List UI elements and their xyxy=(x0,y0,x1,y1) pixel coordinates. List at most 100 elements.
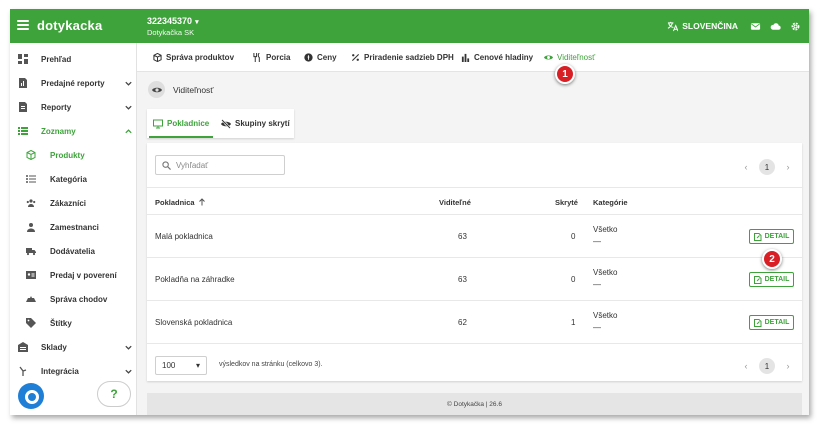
detail-button[interactable]: DETAIL xyxy=(749,272,794,287)
language-label: SLOVENČINA xyxy=(682,21,738,31)
cell-hidden: 0 xyxy=(571,232,576,241)
sidebar-item-zoznamy[interactable]: Zoznamy xyxy=(10,121,137,141)
cell-visible: 63 xyxy=(458,232,467,241)
account-id: 322345370 xyxy=(147,16,193,26)
results-summary: výsledkov na stránku (celkovo 3). xyxy=(219,361,323,368)
sidebar-item-predaj-v-povereni[interactable]: Predaj v poverení xyxy=(10,265,137,285)
price-icon xyxy=(304,53,313,62)
document-icon xyxy=(19,102,27,112)
sidebar-item-sprava-chodov[interactable]: Správa chodov xyxy=(10,289,137,309)
cash-registers-card: ‹ 1 › Pokladnica Viditeľné Skryté Kategó… xyxy=(147,143,802,381)
cell-hidden: 1 xyxy=(571,318,576,327)
menu-icon[interactable] xyxy=(17,20,29,31)
bar-chart-icon xyxy=(461,53,470,62)
app-window: dotykacka 322345370 ▾ Dotykačka SK SLOVEN… xyxy=(10,9,809,415)
pagination-top: ‹ 1 › xyxy=(742,159,792,175)
column-pokladnica[interactable]: Pokladnica xyxy=(155,188,206,216)
edit-document-icon xyxy=(753,318,762,327)
cube-icon xyxy=(153,53,162,62)
language-switcher[interactable]: SLOVENČINA xyxy=(667,21,738,32)
tab-porcia[interactable]: Porcia xyxy=(253,43,290,72)
id-card-icon xyxy=(26,271,36,279)
cutlery-icon xyxy=(253,53,260,62)
product-tabs: Správa produktov Porcia Ceny Priradenie … xyxy=(137,43,809,72)
account-name: Dotykačka SK xyxy=(147,28,195,37)
cell-category: Všetko — xyxy=(593,225,618,246)
chat-icon[interactable] xyxy=(18,383,44,409)
search-input[interactable] xyxy=(176,160,281,170)
report-icon xyxy=(19,78,27,88)
sidebar-item-produkty[interactable]: Produkty xyxy=(10,145,137,165)
prev-page-button[interactable]: ‹ xyxy=(742,361,750,371)
section-header: Viditeľnosť xyxy=(148,81,213,98)
chevron-down-icon xyxy=(125,345,132,350)
visibility-subtabs: Pokladnice Skupiny skrytí xyxy=(147,109,294,138)
cube-icon xyxy=(26,150,36,160)
sidebar-item-kategoria[interactable]: Kategória xyxy=(10,169,137,189)
person-icon xyxy=(27,223,35,232)
cell-name: Slovenská pokladnica xyxy=(155,318,233,327)
table-row: Slovenská pokladnica 62 1 Všetko — DETAIL xyxy=(147,301,802,344)
table-footer: 100 ▾ výsledkov na stránku (celkovo 3). … xyxy=(147,351,802,381)
logo[interactable]: dotykacka xyxy=(37,18,102,33)
cloud-icon[interactable] xyxy=(770,21,781,32)
sidebar-item-integracia[interactable]: Integrácia xyxy=(10,361,137,381)
sidebar-item-zamestnanci[interactable]: Zamestnanci xyxy=(10,217,137,237)
caret-down-icon: ▾ xyxy=(195,19,199,26)
sidebar: Prehľad Predajné reporty Reporty Zoznamy… xyxy=(10,43,137,415)
tag-icon xyxy=(26,318,36,328)
annotation-badge-2: 2 xyxy=(762,249,782,269)
prev-page-button[interactable]: ‹ xyxy=(742,162,750,172)
help-row: ? xyxy=(10,379,137,415)
sidebar-item-prehlad[interactable]: Prehľad xyxy=(10,49,137,69)
search-icon xyxy=(162,160,171,170)
mail-icon[interactable] xyxy=(750,21,761,32)
sidebar-item-dodavatelia[interactable]: Dodávatelia xyxy=(10,241,137,261)
table-row: Malá pokladnica 63 0 Všetko — DETAIL xyxy=(147,215,802,258)
table-row: Pokladňa na záhradke 63 0 Všetko — DETAIL xyxy=(147,258,802,301)
sidebar-item-zakaznici[interactable]: Zákazníci xyxy=(10,193,137,213)
sidebar-item-sklady[interactable]: Sklady xyxy=(10,337,137,357)
category-icon xyxy=(26,175,36,183)
customers-icon xyxy=(26,199,36,207)
tab-pokladnice[interactable]: Pokladnice xyxy=(148,109,214,138)
sidebar-item-predajne-reporty[interactable]: Predajné reporty xyxy=(10,73,137,93)
search-box[interactable] xyxy=(155,155,285,175)
cell-name: Malá pokladnica xyxy=(155,232,213,241)
detail-button[interactable]: DETAIL xyxy=(749,229,794,244)
tab-skupiny-skryti[interactable]: Skupiny skrytí xyxy=(221,109,290,138)
page-1-button[interactable]: 1 xyxy=(759,159,775,175)
table-header: Pokladnica Viditeľné Skryté Kategórie xyxy=(147,187,802,215)
cell-hidden: 0 xyxy=(571,275,576,284)
detail-button[interactable]: DETAIL xyxy=(749,315,794,330)
cell-name: Pokladňa na záhradke xyxy=(155,275,235,284)
eye-off-icon xyxy=(221,118,231,129)
sidebar-item-stitky[interactable]: Štítky xyxy=(10,313,137,333)
cell-visible: 62 xyxy=(458,318,467,327)
tab-ceny[interactable]: Ceny xyxy=(304,43,337,72)
tab-sprava-produktov[interactable]: Správa produktov xyxy=(153,43,234,72)
percent-icon xyxy=(351,53,360,62)
help-button[interactable]: ? xyxy=(97,381,131,407)
tab-priradenie-sadzieb-dph[interactable]: Priradenie sadzieb DPH xyxy=(351,43,454,72)
monitor-icon xyxy=(153,119,163,128)
chevron-up-icon xyxy=(125,128,132,133)
edit-document-icon xyxy=(753,232,762,241)
annotation-badge-1: 1 xyxy=(555,64,575,84)
next-page-button[interactable]: › xyxy=(784,162,792,172)
warehouse-icon xyxy=(18,342,28,352)
page-footer: © Dotykačka | 26.6 xyxy=(147,393,802,415)
sidebar-item-reporty[interactable]: Reporty xyxy=(10,97,137,117)
eye-icon xyxy=(544,55,553,60)
per-page-select[interactable]: 100 ▾ xyxy=(155,356,207,375)
next-page-button[interactable]: › xyxy=(784,361,792,371)
account-switcher[interactable]: 322345370 ▾ Dotykačka SK xyxy=(147,16,199,38)
integration-icon xyxy=(19,366,27,376)
chevron-down-icon xyxy=(125,369,132,374)
gear-icon[interactable] xyxy=(790,21,801,32)
page-1-button[interactable]: 1 xyxy=(759,358,775,374)
cell-category: Všetko — xyxy=(593,311,618,332)
course-icon xyxy=(26,296,36,302)
edit-document-icon xyxy=(753,275,762,284)
tab-cenove-hladiny[interactable]: Cenové hladiny xyxy=(461,43,533,72)
